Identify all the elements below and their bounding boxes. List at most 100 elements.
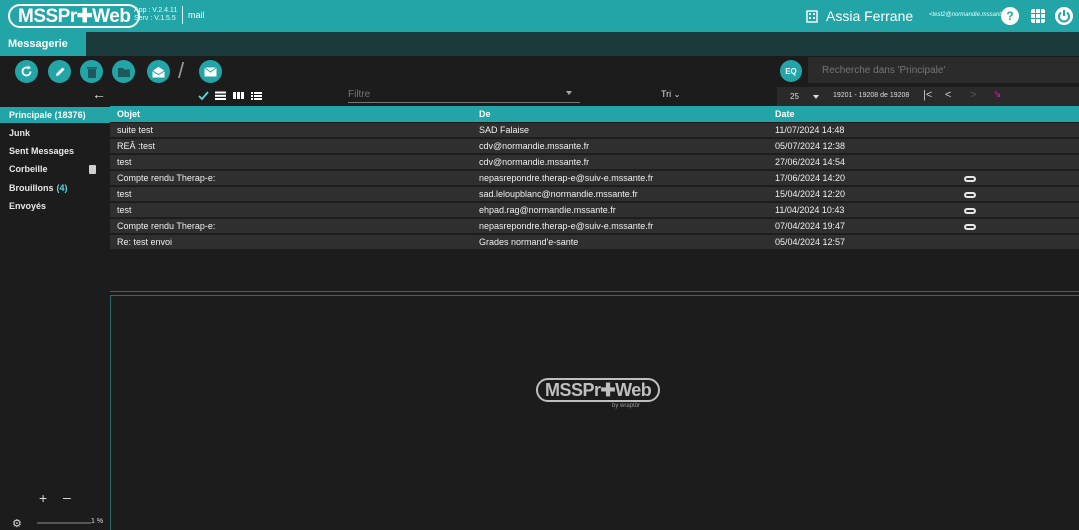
cell-from: cdv@normandie.mssante.fr [479,157,590,167]
folder-label: Envoyés [9,201,47,211]
toolbar-separator: / [178,58,185,83]
search-input[interactable] [808,57,1079,83]
list-view-icon[interactable] [214,89,227,102]
attachment-icon [964,176,976,182]
table-row[interactable] [110,123,1079,138]
server-version: Serv : V.1.5.5 [134,15,176,22]
zoom-percent: 1 % [91,518,104,525]
question-icon[interactable]: ? [1001,7,1019,25]
last-page-icon[interactable]: ⇘ [993,89,1001,100]
compose-button[interactable] [48,60,71,83]
preview-byline: by wraptör [612,403,641,409]
column-header-de[interactable]: De [479,109,491,119]
gear-icon[interactable]: ⚙ [12,517,22,530]
next-page-icon[interactable]: > [970,89,976,101]
table-row[interactable] [110,155,1079,170]
cell-date: 05/04/2024 12:57 [775,237,846,247]
checkmark-icon[interactable] [197,89,210,102]
cell-subject: test [117,189,132,199]
empty-trash-icon[interactable] [89,165,96,174]
tab-messagerie[interactable]: Messagerie [0,32,86,56]
attachment-icon [964,208,976,214]
sort-button[interactable]: Tri ⌄ [661,89,680,99]
folder-count: (4) [56,183,68,193]
attachment-icon [964,192,976,198]
column-header-objet[interactable]: Objet [117,109,140,119]
folder-icon [117,67,130,77]
sidebar-item-junk[interactable]: Junk [0,125,110,141]
cell-date: 11/07/2024 14:48 [775,125,845,135]
sidebar-item-envoyes[interactable]: Envoyés [0,198,110,214]
add-folder-button[interactable]: + [39,490,47,506]
table-header [110,106,1079,122]
app-window: MSSPr✚Web App : V.2.4.11 Serv : V.1.5.5 … [0,0,1079,530]
preview-logo: MSSPr✚Web [536,378,661,402]
app-version: App : V.2.4.11 [134,7,178,14]
sidebar-item-principale[interactable]: Principale (18376) [0,107,110,123]
grid-icon[interactable] [1029,7,1047,25]
cell-subject: suite test [117,125,154,135]
folder-label: Brouillons [9,183,54,193]
cell-from: nepasrepondre.therap-e@suiv-e.mssante.fr [479,173,654,183]
page-size-select[interactable]: 25 [790,92,799,101]
filter-input[interactable] [348,87,580,103]
search-button[interactable]: EQ [780,60,802,82]
cell-from: nepasrepondre.therap-e@suiv-e.mssante.fr [479,221,654,231]
pencil-icon [55,67,64,76]
cell-from: cdv@normandie.mssante.fr [479,141,590,151]
cell-date: 27/06/2024 14:54 [775,157,846,167]
tab-bar [0,32,1079,56]
back-arrow-icon[interactable]: ← [92,86,106,102]
page-size-dropdown-icon[interactable] [813,95,819,99]
mark-read-button[interactable] [147,60,170,83]
folder-label: Corbeille [9,164,48,174]
cell-from: SAD Falaise [479,125,530,135]
mail-settings-button[interactable] [199,60,222,83]
table-row[interactable] [110,139,1079,154]
table-row[interactable] [110,235,1079,250]
trash-icon [86,66,97,78]
version-info: App : V.2.4.11 Serv : V.1.5.5 [134,7,177,23]
table-divider [110,291,1079,292]
detail-view-icon[interactable] [250,89,263,102]
user-name[interactable]: Assia Ferrane [826,8,913,24]
page-range: 19201 - 19208 de 19208 [833,92,910,99]
attachment-icon [964,224,976,230]
app-logo[interactable]: MSSPr✚Web [8,4,141,28]
move-folder-button[interactable] [112,60,135,83]
sidebar-item-brouillons[interactable]: Brouillons (4) [0,180,110,196]
folder-label: Junk [9,128,31,138]
power-icon[interactable] [1055,7,1073,25]
first-page-icon[interactable]: |< [923,89,932,101]
cell-date: 07/04/2024 19:47 [775,221,846,231]
cell-subject: Compte rendu Therap-e: [117,173,216,183]
columns-view-icon[interactable] [232,89,245,102]
prev-page-icon[interactable]: < [945,89,951,101]
column-header-date[interactable]: Date [775,109,795,119]
refresh-button[interactable] [15,60,38,83]
cell-from: Grades normand'e-sante [479,237,579,247]
preview-pane [110,295,1079,530]
cell-date: 05/07/2024 12:38 [775,141,846,151]
folder-label: Sent Messages [9,146,75,156]
cell-subject: Compte rendu Therap-e: [117,221,216,231]
zoom-slider[interactable] [37,522,91,524]
cell-subject: REÂ :test [117,141,156,151]
app-label: mail [188,10,205,20]
remove-folder-button[interactable]: – [63,489,71,505]
folder-count: (18376) [54,110,86,120]
folder-label: Principale [9,110,53,120]
cell-subject: test [117,205,132,215]
envelope-open-icon [152,66,165,77]
delete-button[interactable] [80,60,103,83]
header-divider [182,6,183,24]
cell-from: ehpad.rag@normandie.mssante.fr [479,205,616,215]
sidebar-item-sent-messages[interactable]: Sent Messages [0,143,110,159]
sort-label: Tri [661,89,672,99]
chevron-down-icon: ⌄ [673,90,681,99]
cell-subject: test [117,157,132,167]
building-icon [806,10,818,23]
filter-dropdown-icon[interactable] [566,91,572,95]
cell-subject: Re: test envoi [117,237,173,247]
refresh-icon [21,65,32,77]
